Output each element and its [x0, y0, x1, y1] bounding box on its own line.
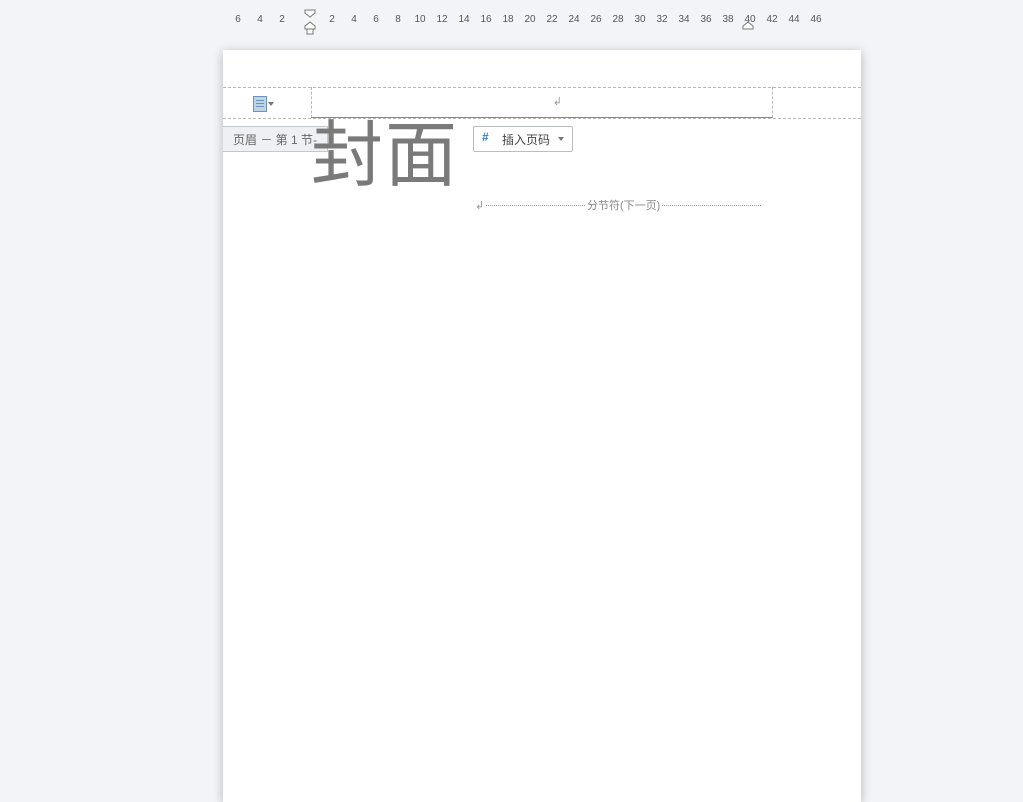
ruler-tick: 22: [546, 14, 557, 25]
right-indent-marker[interactable]: [742, 21, 754, 30]
insert-page-number-button[interactable]: 插入页码: [473, 126, 573, 152]
ruler-tick: 20: [524, 14, 535, 25]
header-area[interactable]: ↲: [311, 87, 773, 118]
hanging-indent-marker[interactable]: [304, 21, 316, 35]
header-section-label: 页眉 － 第 1 节-: [233, 131, 317, 148]
ruler-tick: 10: [414, 14, 425, 25]
insert-page-number-label: 插入页码: [502, 131, 550, 148]
ruler-tick: 6: [235, 14, 241, 25]
ruler-tick: 44: [788, 14, 799, 25]
paragraph-mark-icon: ↲: [475, 199, 484, 212]
section-break-indicator: ↲ 分节符(下一页): [475, 198, 761, 212]
document-page[interactable]: ↲ 页眉 － 第 1 节- 插入页码 封面 ↲ 分节符(下一页): [223, 50, 861, 802]
ruler-tick: 28: [612, 14, 623, 25]
paragraph-mark-icon: ↲: [553, 95, 562, 108]
ruler-tick: 24: [568, 14, 579, 25]
ruler-tick: 2: [329, 14, 335, 25]
ruler-tick: 2: [279, 14, 285, 25]
ruler-tick: 38: [722, 14, 733, 25]
page-number-icon: [482, 132, 496, 146]
ruler-tick: 12: [436, 14, 447, 25]
ruler-tick: 32: [656, 14, 667, 25]
header-settings-button[interactable]: [253, 94, 281, 114]
ruler-tick: 42: [766, 14, 777, 25]
ruler-tick: 6: [373, 14, 379, 25]
ruler-tick: 46: [810, 14, 821, 25]
ruler-tick: 8: [395, 14, 401, 25]
first-line-indent-marker[interactable]: [304, 9, 316, 18]
ruler-tick: 4: [351, 14, 357, 25]
ruler-tick: 34: [678, 14, 689, 25]
ruler-tick: 18: [502, 14, 513, 25]
horizontal-ruler[interactable]: 6 4 2 2 4 6 8 10 12 14 16 18 20 22 24 26…: [0, 10, 1023, 38]
ruler-tick: 26: [590, 14, 601, 25]
ruler-tick: 4: [257, 14, 263, 25]
ruler-tick: 36: [700, 14, 711, 25]
ruler-tick: 14: [458, 14, 469, 25]
section-break-label: 分节符(下一页): [585, 197, 662, 213]
document-icon: [253, 96, 267, 112]
document-title-text[interactable]: 封面: [311, 120, 459, 192]
chevron-down-icon: [268, 102, 274, 106]
ruler-tick: 16: [480, 14, 491, 25]
chevron-down-icon: [558, 137, 564, 141]
ruler-tick: 30: [634, 14, 645, 25]
